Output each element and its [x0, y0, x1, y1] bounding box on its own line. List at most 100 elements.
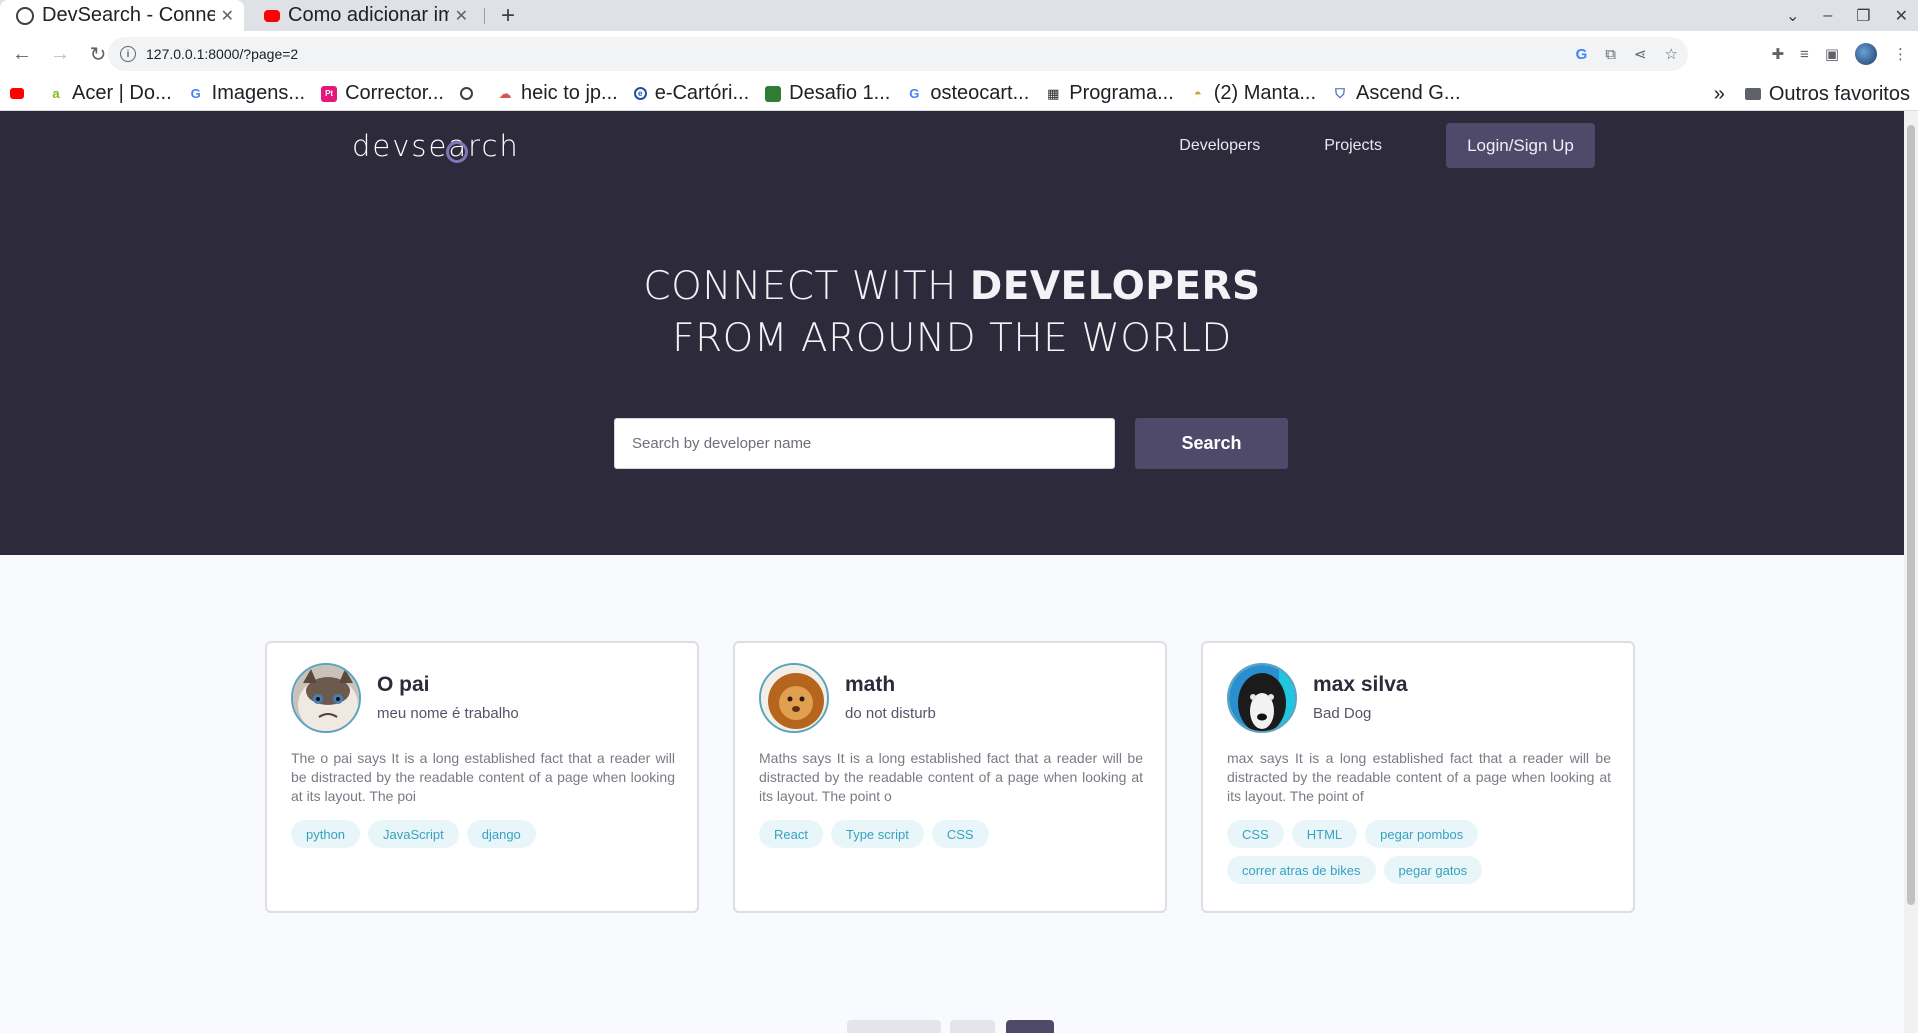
skill-tag: pegar gatos	[1383, 856, 1483, 884]
other-favorites-folder[interactable]: Outros favoritos	[1744, 82, 1910, 106]
bookmark-item[interactable]: Gosteocart...	[906, 82, 1029, 105]
extensions-icon[interactable]: ✚	[1771, 45, 1784, 63]
back-icon[interactable]: ←	[6, 38, 38, 70]
bookmark-item[interactable]: G Imagens...	[188, 82, 305, 105]
close-icon[interactable]: ✕	[455, 6, 468, 26]
forward-icon[interactable]: →	[44, 38, 76, 70]
profile-avatar[interactable]	[1855, 43, 1877, 65]
bookmark-item[interactable]: Desafio 1...	[765, 82, 890, 105]
bookmark-star-icon[interactable]: ☆	[1665, 45, 1678, 63]
tab-devsearch[interactable]: DevSearch - Conne ✕	[0, 0, 244, 31]
main-nav: Developers Projects Login/Sign Up	[1179, 123, 1595, 168]
url-text: 127.0.0.1:8000/?page=2	[146, 46, 299, 62]
bookmark-youtube[interactable]	[10, 88, 32, 99]
tab-title: DevSearch - Conne	[42, 4, 215, 26]
nav-projects[interactable]: Projects	[1324, 137, 1382, 155]
bookmark-label: heic to jp...	[520, 82, 618, 104]
login-button[interactable]: Login/Sign Up	[1446, 123, 1595, 168]
site-logo[interactable]: devsearch	[352, 129, 520, 163]
cloud-icon: ☁	[498, 85, 512, 101]
bookmark-item[interactable]: ☁ heic to jp...	[497, 82, 618, 105]
hero-line2: FROM AROUND THE WORLD	[672, 316, 1232, 361]
skill-tag: JavaScript	[368, 820, 459, 848]
developer-bio: Maths says It is a long established fact…	[759, 750, 1143, 804]
skill-list: python JavaScript django	[291, 820, 691, 848]
minimize-icon[interactable]: –	[1823, 7, 1832, 25]
omnibox-actions: G ⧉ ⋖ ☆	[1576, 37, 1678, 71]
hero-section: devsearch Developers Projects Login/Sign…	[0, 111, 1904, 555]
scrollbar-thumb[interactable]	[1907, 125, 1915, 905]
bookmark-item[interactable]: ▦ Programa...	[1045, 82, 1174, 105]
logo-text-end: rch	[468, 129, 520, 163]
google-icon: G	[909, 86, 920, 101]
skill-tag: pegar pombos	[1365, 820, 1479, 848]
page-scrollbar[interactable]	[1904, 111, 1918, 1033]
developer-name: O pai	[377, 673, 430, 696]
hero-line1-light: CONNECT WITH	[643, 264, 970, 309]
translate-icon[interactable]: ⧉	[1605, 46, 1616, 63]
bookmark-label: Acer | Do...	[72, 82, 172, 104]
bookmark-item[interactable]: Pt Corrector...	[321, 82, 444, 105]
google-icon: G	[190, 86, 201, 101]
skill-list: CSS HTML pegar pombos correr atras de bi…	[1227, 820, 1627, 884]
restore-icon[interactable]: ❐	[1856, 6, 1870, 26]
tab-youtube[interactable]: Como adicionar im ✕	[248, 0, 478, 31]
skill-tag: CSS	[1227, 820, 1284, 848]
bookmark-item[interactable]: ⛉ Ascend G...	[1332, 82, 1460, 105]
search-input[interactable]: Search by developer name	[614, 418, 1115, 469]
grumpy-cat-avatar	[293, 665, 359, 731]
avatar	[759, 663, 829, 733]
bookmark-label: Corrector...	[345, 82, 444, 104]
bookmarks-right: » Outros favoritos	[1714, 77, 1910, 111]
logo-magnifier: a	[446, 129, 469, 163]
extensions-area: ✚ ≡ ▣ ⋮	[1771, 37, 1908, 71]
developer-name: math	[845, 673, 896, 696]
developer-role: do not disturb	[845, 705, 936, 722]
more-bookmarks-button[interactable]: »	[1714, 83, 1725, 106]
google-lens-icon[interactable]: G	[1576, 46, 1588, 63]
developer-card[interactable]: max silva Bad Dog max says It is a long …	[1201, 641, 1635, 913]
pagination-prev[interactable]	[847, 1020, 941, 1033]
skill-tag: CSS	[931, 820, 989, 848]
tab-separator	[484, 8, 485, 24]
developer-bio: The o pai says It is a long established …	[291, 750, 675, 804]
bookmark-item[interactable]: a Acer | Do...	[48, 82, 172, 105]
share-icon[interactable]: ⋖	[1634, 45, 1647, 63]
side-panel-icon[interactable]: ▣	[1825, 45, 1839, 63]
skill-tag: HTML	[1291, 820, 1358, 848]
skill-list: React Type script CSS	[759, 820, 1159, 848]
bookmarks-bar: a Acer | Do... G Imagens... Pt Corrector...…	[0, 77, 1918, 111]
close-window-icon[interactable]: ✕	[1895, 6, 1908, 26]
new-tab-button[interactable]: +	[496, 0, 520, 31]
dog-avatar	[1229, 665, 1295, 731]
terminal-icon	[765, 85, 782, 102]
tab-search-icon[interactable]: ⌄	[1786, 6, 1799, 26]
bookmark-label: Imagens...	[211, 82, 306, 104]
youtube-icon	[264, 9, 280, 22]
address-bar[interactable]: i 127.0.0.1:8000/?page=2 G ⧉ ⋖ ☆	[108, 37, 1688, 71]
nav-developers[interactable]: Developers	[1179, 137, 1260, 155]
menu-icon[interactable]: ⋮	[1893, 45, 1908, 63]
tab-strip: DevSearch - Conne ✕ Como adicionar im ✕ …	[0, 0, 1918, 31]
close-icon[interactable]: ✕	[221, 6, 234, 26]
bookmark-label: Outros favoritos	[1768, 82, 1910, 105]
developer-role: Bad Dog	[1313, 705, 1372, 722]
globe-icon	[16, 6, 34, 25]
bookmark-label: (2) Manta...	[1213, 82, 1317, 104]
hero-line1-bold: DEVELOPERS	[969, 264, 1261, 309]
bookmark-item[interactable]: e e-Cartóri...	[633, 82, 749, 105]
bookmark-item[interactable]: ◓ (2) Manta...	[1190, 82, 1316, 105]
bookmark-label: Desafio 1...	[789, 82, 891, 104]
bookmark-label: osteocart...	[930, 82, 1030, 104]
bookmark-item[interactable]	[459, 87, 481, 100]
corrector-icon: Pt	[321, 85, 338, 102]
bookmark-label: Programa...	[1069, 82, 1174, 104]
search-button[interactable]: Search	[1135, 418, 1288, 469]
pagination-page[interactable]	[950, 1020, 995, 1033]
reading-list-icon[interactable]: ≡	[1800, 46, 1809, 63]
pagination-page-active[interactable]	[1006, 1020, 1054, 1033]
developer-card[interactable]: math do not disturb Maths says It is a l…	[733, 641, 1167, 913]
info-icon[interactable]: i	[120, 46, 136, 62]
skill-tag: django	[466, 820, 536, 848]
developer-card[interactable]: O pai meu nome é trabalho The o pai says…	[265, 641, 699, 913]
